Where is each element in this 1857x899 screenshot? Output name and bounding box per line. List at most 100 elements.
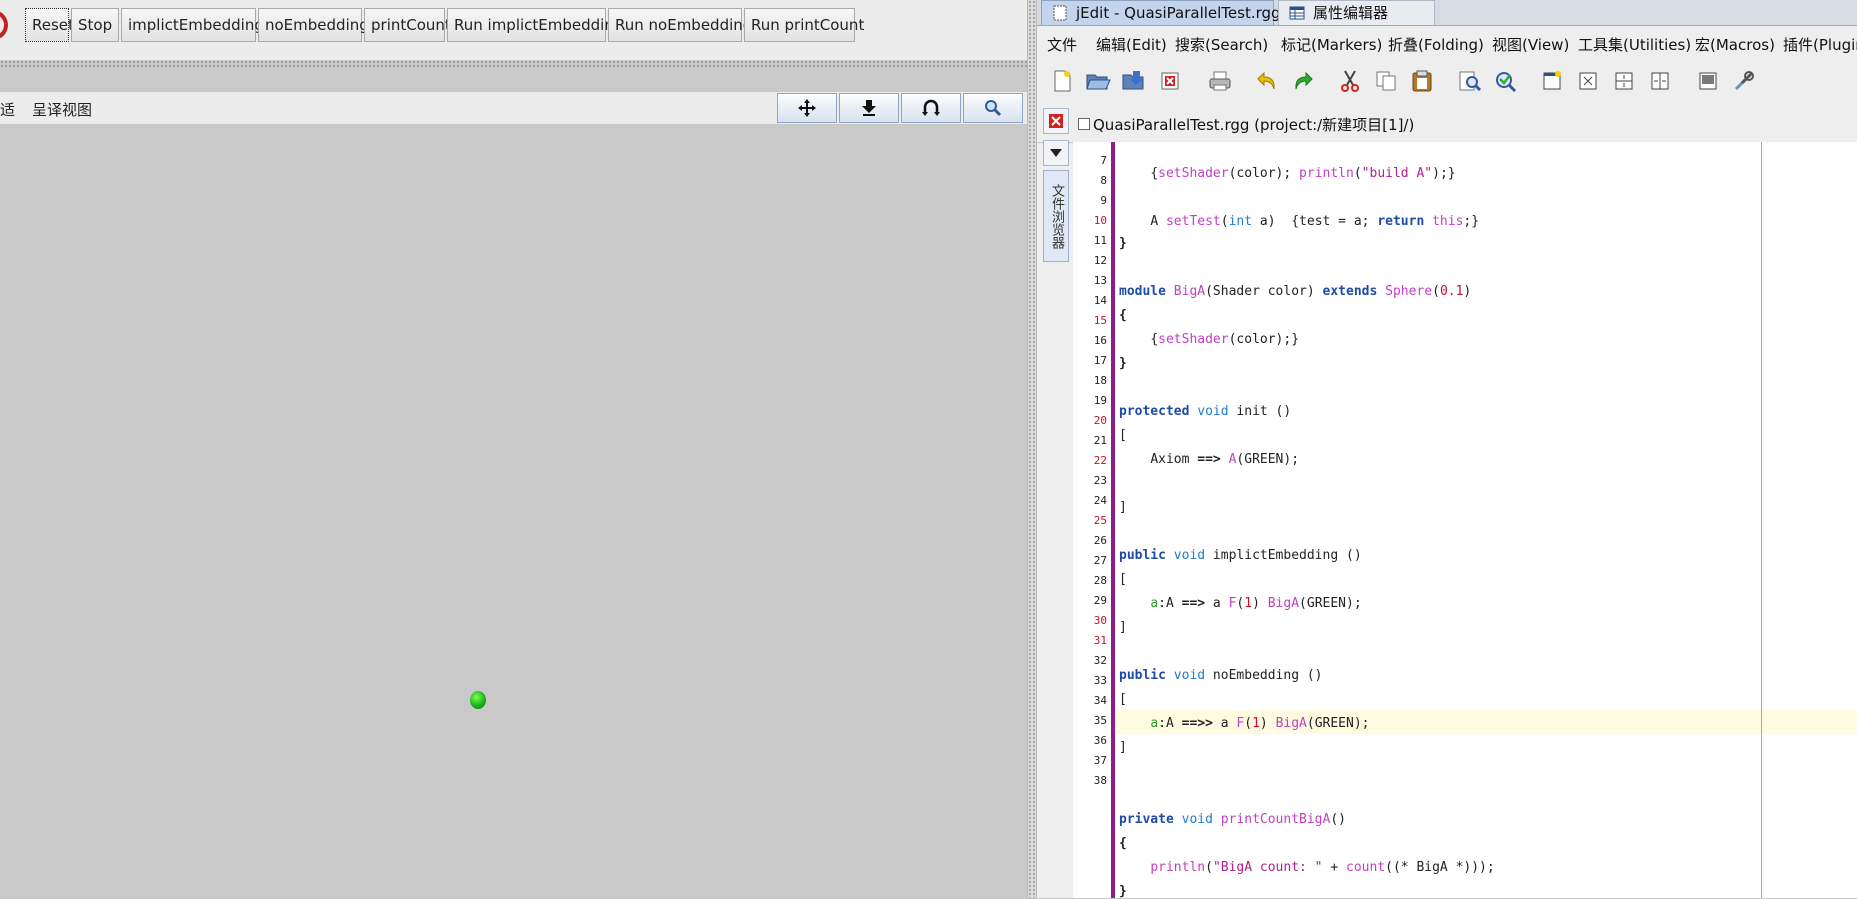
menu-folding[interactable]: 折叠(Folding)	[1388, 34, 1484, 55]
code-line-38[interactable]: }	[1119, 884, 1127, 899]
split-divider[interactable]	[1027, 0, 1037, 898]
find-replace-icon[interactable]	[1491, 66, 1521, 96]
buffer-checkbox[interactable]	[1078, 118, 1090, 130]
code-line-18[interactable]: protected void init ()	[1119, 404, 1291, 419]
move-icon[interactable]	[777, 93, 837, 123]
drag-handle[interactable]	[0, 60, 1027, 68]
paste-icon[interactable]	[1407, 66, 1437, 96]
code-line-14[interactable]: {	[1119, 308, 1127, 323]
global-options-icon[interactable]	[1729, 66, 1759, 96]
code-line-16[interactable]: }	[1119, 356, 1127, 371]
code-line-29[interactable]: public void noEmbedding ()	[1119, 668, 1323, 683]
save-icon[interactable]	[1119, 66, 1149, 96]
code-line-31[interactable]: a:A ==>> a F(1) BigA(GREEN);	[1119, 716, 1370, 731]
code-token: void	[1197, 404, 1229, 419]
run-print-count-button[interactable]: Run printCount	[744, 8, 864, 42]
code-token: private	[1119, 812, 1174, 827]
menu-plugins[interactable]: 插件(Plugin	[1783, 34, 1857, 55]
view-menu-partial[interactable]: 适	[0, 99, 15, 120]
code-token: ()	[1330, 812, 1346, 827]
code-token: (GREEN);	[1236, 452, 1300, 467]
run-implict-embedding-button[interactable]: Run implictEmbedding	[447, 8, 623, 42]
stop-button[interactable]: Stop	[71, 8, 119, 42]
code-token: (Shader color)	[1205, 284, 1323, 299]
code-token: {	[1150, 332, 1159, 347]
redo-icon[interactable]	[1288, 66, 1318, 96]
code-line-22[interactable]: ]	[1119, 500, 1127, 515]
no-embedding-button[interactable]: noEmbedding	[258, 8, 369, 42]
code-token: "build A"	[1361, 166, 1433, 181]
print-icon[interactable]	[1205, 66, 1235, 96]
code-token: (	[1244, 716, 1253, 731]
cut-icon[interactable]	[1335, 66, 1365, 96]
code-token: "BigA count: "	[1212, 860, 1323, 875]
zoom-down-icon[interactable]	[839, 93, 899, 123]
code-line-27[interactable]: ]	[1119, 620, 1127, 635]
menu-markers[interactable]: 标记(Markers)	[1281, 34, 1382, 55]
close-dock-icon[interactable]	[1043, 108, 1069, 134]
code-line-30[interactable]: [	[1119, 692, 1127, 707]
new-file-icon[interactable]	[1047, 66, 1077, 96]
chevron-down-icon[interactable]	[1043, 140, 1069, 166]
tab-jedit[interactable]: jEdit - QuasiParallelTest.rgg	[1041, 0, 1281, 25]
code-line-37[interactable]: println("BigA count: " + count((* BigA *…	[1119, 860, 1494, 875]
menu-edit[interactable]: 编辑(Edit)	[1096, 34, 1167, 55]
code-editor[interactable]: 7 8 9 10 11 12 13 14 15 16 17 18 19 20 2…	[1073, 142, 1857, 899]
tab-jedit-label: jEdit - QuasiParallelTest.rgg	[1076, 4, 1281, 22]
file-title: QuasiParallelTest.rgg (project:/新建项目[1]/…	[1093, 116, 1415, 134]
code-line-10[interactable]: A setTest(int a) {test = a; return this;…	[1119, 214, 1479, 229]
code-line-8[interactable]: {setShader(color); println("build A");}	[1119, 166, 1455, 181]
code-line-11[interactable]: }	[1119, 236, 1127, 251]
green-sphere[interactable]	[470, 691, 486, 709]
code-line-25[interactable]: [	[1119, 572, 1127, 587]
run-no-embedding-button[interactable]: Run noEmbedding	[608, 8, 752, 42]
code-line-20[interactable]: Axiom ==> A(GREEN);	[1119, 452, 1299, 467]
code-token: 1	[1252, 716, 1260, 731]
code-token: 1	[1244, 596, 1253, 611]
menu-macros[interactable]: 宏(Macros)	[1695, 34, 1775, 55]
code-token: +	[1322, 860, 1346, 875]
code-line-24[interactable]: public void implictEmbedding ()	[1119, 548, 1362, 563]
reset-button[interactable]: Reset	[25, 8, 74, 42]
code-line-19[interactable]: [	[1119, 428, 1127, 443]
render-view-menu[interactable]: 呈译视图	[32, 99, 92, 120]
code-line-36[interactable]: {	[1119, 836, 1127, 851]
menu-bar: 文件 编辑(Edit) 搜索(Search) 标记(Markers) 折叠(Fo…	[1037, 26, 1857, 60]
new-view-icon[interactable]	[1537, 66, 1567, 96]
3d-view-canvas[interactable]	[0, 124, 1027, 898]
find-icon[interactable]	[1455, 66, 1485, 96]
rotate-icon[interactable]	[901, 93, 961, 123]
code-line-32[interactable]: ]	[1119, 740, 1127, 755]
menu-search[interactable]: 搜索(Search)	[1175, 34, 1268, 55]
menu-view[interactable]: 视图(View)	[1492, 34, 1569, 55]
code-line-13[interactable]: module BigA(Shader color) extends Sphere…	[1119, 284, 1471, 299]
menu-file[interactable]: 文件	[1047, 34, 1077, 55]
copy-icon[interactable]	[1371, 66, 1401, 96]
code-token: (GREEN);	[1306, 716, 1370, 731]
buffer-options-icon[interactable]	[1693, 66, 1723, 96]
close-file-icon[interactable]	[1155, 66, 1185, 96]
menu-utilities[interactable]: 工具集(Utilities)	[1578, 34, 1691, 55]
line-number: 19	[1093, 394, 1107, 407]
code-line-35[interactable]: private void printCountBigA()	[1119, 812, 1346, 827]
print-count-button[interactable]: printCount	[364, 8, 451, 42]
code-line-26[interactable]: a:A ==> a F(1) BigA(GREEN);	[1119, 596, 1361, 611]
file-browser-tab[interactable]: 文件浏览器	[1043, 170, 1069, 262]
code-token: return	[1377, 214, 1425, 229]
view-header: 适 呈译视图	[0, 92, 1027, 125]
open-file-icon[interactable]	[1083, 66, 1113, 96]
tab-property-editor[interactable]: 属性编辑器	[1278, 0, 1435, 25]
unsplit-icon[interactable]	[1573, 66, 1603, 96]
code-token: ==>	[1197, 452, 1221, 467]
implict-embedding-button[interactable]: implictEmbedding	[121, 8, 264, 42]
undo-icon[interactable]	[1252, 66, 1282, 96]
split-horizontal-icon[interactable]	[1609, 66, 1639, 96]
code-token: (	[1432, 284, 1440, 299]
code-line-15[interactable]: {setShader(color);}	[1119, 332, 1299, 347]
search-icon[interactable]	[963, 93, 1023, 123]
split-vertical-icon[interactable]	[1645, 66, 1675, 96]
line-number: 37	[1093, 754, 1107, 767]
